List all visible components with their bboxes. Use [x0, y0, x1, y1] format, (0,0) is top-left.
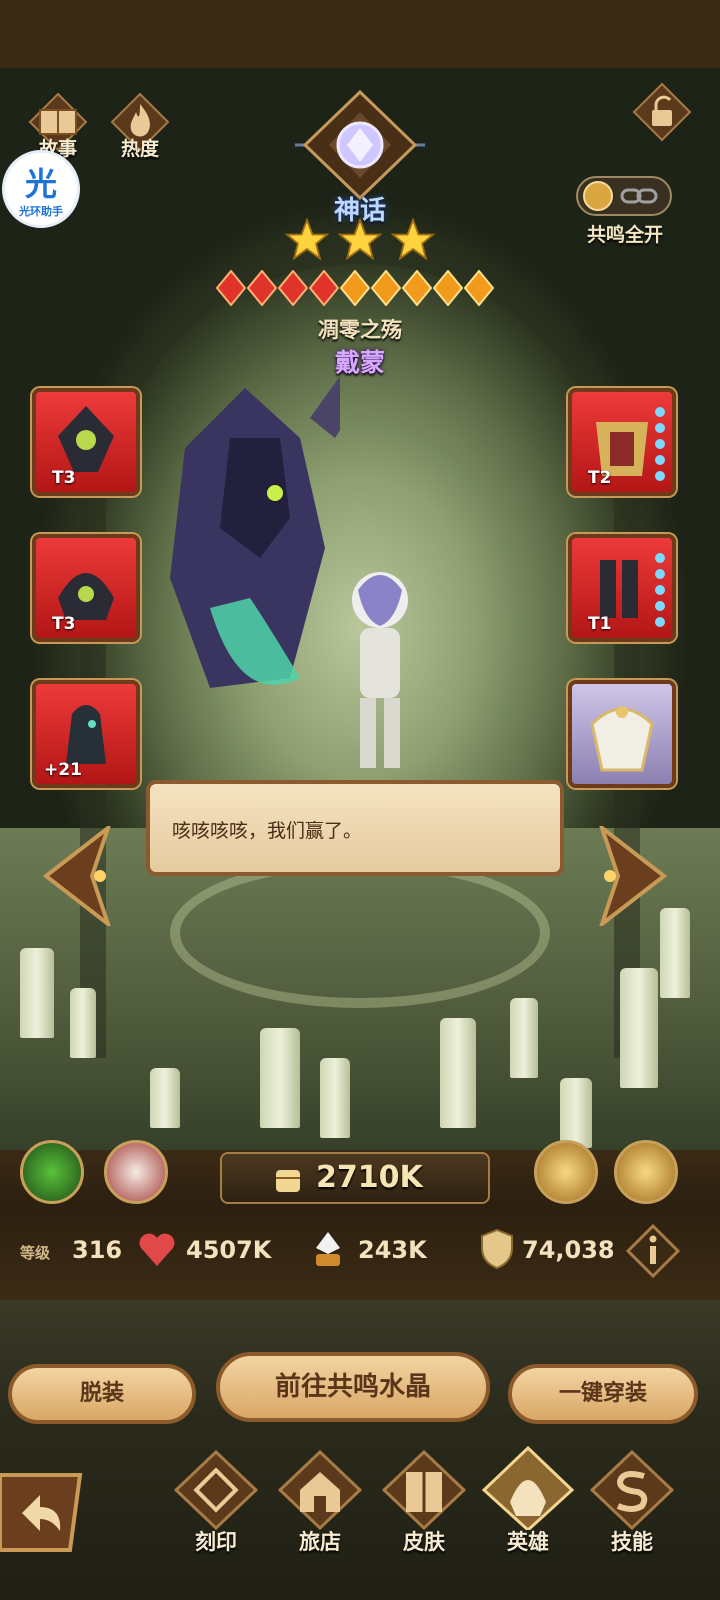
hero-mummy-sprite[interactable]	[330, 560, 430, 780]
level-label: 等级	[20, 1244, 51, 1262]
slot-tier: T3	[52, 614, 76, 634]
star-icon	[391, 218, 435, 261]
gem-orange-icon	[402, 270, 432, 306]
candle	[20, 948, 54, 1038]
attack-crystal-icon	[316, 1232, 340, 1266]
tab-label: 旅店	[299, 1530, 341, 1554]
equip-slot-boots[interactable]: T1	[568, 534, 676, 642]
goto-resonating-crystal-button[interactable]: 前往共鸣水晶	[216, 1352, 490, 1422]
auto-equip-button[interactable]: 一键穿装	[508, 1364, 698, 1424]
candle	[70, 988, 96, 1058]
defense-shield-button-icon[interactable]	[614, 1140, 678, 1204]
gem-red-icon	[278, 270, 308, 306]
tab-skills[interactable]: 技能	[582, 1446, 682, 1556]
gem-red-icon	[216, 270, 246, 306]
candle	[150, 1068, 180, 1128]
info-icon[interactable]	[626, 1224, 680, 1278]
dialog-text: 咳咳咳咳，我们赢了。	[172, 820, 363, 842]
mythic-crystal-icon	[295, 90, 425, 200]
weapon-gear-icon	[58, 406, 114, 472]
previous-hero-arrow-icon[interactable]	[42, 826, 112, 926]
equip-slot-signature[interactable]: +21	[32, 680, 140, 788]
badge-glyph: 光	[24, 165, 57, 203]
hero-stars	[285, 218, 435, 262]
hp-value: 4507K	[186, 1236, 272, 1264]
heat-label[interactable]: 热度	[100, 134, 180, 161]
unequip-label: 脱装	[79, 1381, 124, 1406]
candle	[620, 968, 658, 1088]
scene-summoning-circle	[170, 858, 550, 1008]
equip-slot-chest[interactable]: T2	[568, 388, 676, 496]
gem-orange-icon	[371, 270, 401, 306]
signature-level: +21	[44, 760, 82, 780]
boots-icon	[600, 553, 665, 627]
rank-badge-icon[interactable]	[534, 1140, 598, 1204]
level-value: 316	[72, 1236, 123, 1264]
tab-label: 皮肤	[403, 1530, 445, 1554]
chest-armor-icon	[596, 407, 665, 481]
attack-value: 243K	[358, 1236, 427, 1264]
hero-title: 凋零之殇	[318, 318, 402, 342]
tab-heroes[interactable]: 英雄	[478, 1445, 578, 1556]
equip-slot-furniture[interactable]	[568, 680, 676, 788]
badge-text: 光环助手	[19, 205, 63, 218]
engrave-rune-icon	[173, 1449, 259, 1531]
ascension-gems	[216, 270, 506, 306]
tab-engrave[interactable]: 刻印	[166, 1446, 266, 1556]
candle	[440, 1018, 476, 1128]
armor-shield-icon	[481, 1228, 513, 1270]
candle	[510, 998, 538, 1078]
unequip-button[interactable]: 脱装	[8, 1364, 196, 1424]
tab-label: 英雄	[507, 1530, 549, 1554]
helmet-gear-icon	[58, 573, 114, 620]
slot-tier: T1	[588, 614, 612, 634]
gem-orange-icon	[433, 270, 463, 306]
overlay-assistant-badge[interactable]: 光 光环助手	[2, 150, 80, 228]
hero-reaper-sprite[interactable]	[150, 378, 340, 708]
candle	[560, 1078, 592, 1148]
tab-skins[interactable]: 皮肤	[374, 1446, 474, 1556]
gem-red-icon	[247, 270, 277, 306]
slot-tier: T3	[52, 468, 76, 488]
fist-power-icon	[276, 1170, 300, 1192]
inn-house-icon	[277, 1449, 363, 1531]
resonance-label: 共鸣全开	[586, 224, 663, 246]
tab-label: 刻印	[195, 1530, 237, 1554]
next-hero-arrow-icon[interactable]	[598, 826, 668, 926]
hero-dialog-bubble: 咳咳咳咳，我们赢了。	[146, 780, 564, 876]
heroes-helmet-icon	[481, 1445, 575, 1533]
resonance-toggle[interactable]	[576, 176, 672, 216]
candle	[320, 1058, 350, 1138]
faction-badge-icon[interactable]	[20, 1140, 84, 1204]
equip-slot-head[interactable]: T3	[32, 534, 140, 642]
defense-value: 74,038	[522, 1236, 615, 1264]
back-arrow-icon[interactable]	[0, 1465, 90, 1560]
skins-wardrobe-icon	[381, 1449, 467, 1531]
candle	[260, 1028, 300, 1128]
gem-red-icon	[309, 270, 339, 306]
celestial-relic-icon	[590, 706, 654, 772]
tab-inn[interactable]: 旅店	[270, 1446, 370, 1556]
gem-orange-icon	[464, 270, 494, 306]
gem-orange-icon	[340, 270, 370, 306]
star-icon	[338, 218, 382, 261]
power-value: 2710K	[316, 1160, 423, 1195]
unlock-icon[interactable]	[630, 80, 694, 144]
skills-scroll-icon	[589, 1449, 675, 1531]
status-bar	[0, 0, 720, 68]
equip-slot-weapon[interactable]: T3	[32, 388, 140, 496]
goto-crystal-label: 前往共鸣水晶	[274, 1372, 431, 1402]
tab-label: 技能	[611, 1530, 653, 1554]
hero-name: 戴蒙	[334, 348, 385, 377]
resonance-link-icon	[583, 181, 658, 211]
class-strength-icon[interactable]	[104, 1140, 168, 1204]
auto-equip-label: 一键穿装	[558, 1381, 647, 1406]
heart-hp-icon	[139, 1233, 175, 1266]
star-icon	[285, 218, 329, 261]
slot-tier: T2	[588, 468, 612, 488]
